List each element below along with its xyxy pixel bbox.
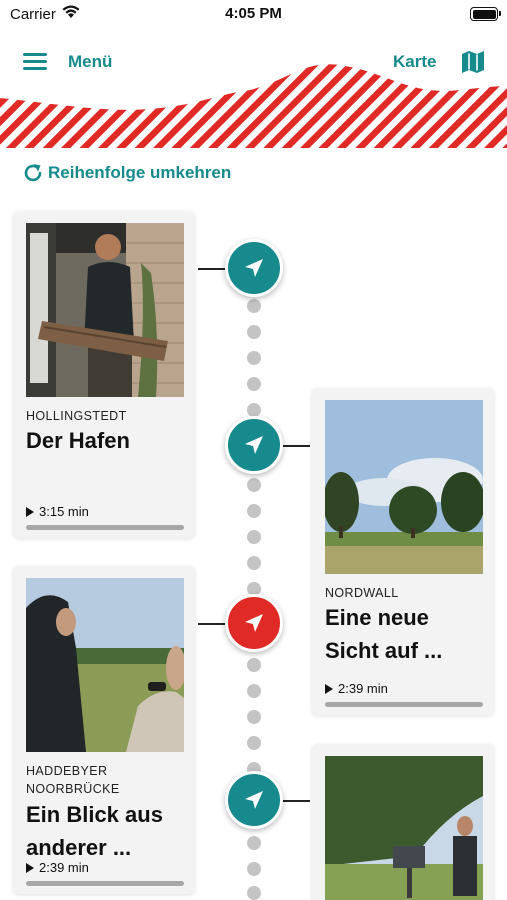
- navigation-arrow-icon: [245, 436, 263, 454]
- hatched-wave-banner: [0, 64, 507, 148]
- connector-line: [280, 800, 310, 802]
- timeline-dot: [247, 299, 261, 313]
- station-card[interactable]: HOLLINGSTEDT Der Hafen 3:15 min: [13, 211, 195, 538]
- station-duration: 3:15 min: [26, 504, 89, 519]
- navigation-arrow-icon: [245, 614, 263, 632]
- duration-label: 2:39 min: [338, 681, 388, 696]
- station-title: Der Hafen: [26, 428, 130, 453]
- station-card[interactable]: HADDEBYER NOORBRÜCKE Ein Blick aus ander…: [13, 566, 195, 894]
- status-bar: Carrier 4:05 PM: [0, 0, 507, 30]
- audio-progress-track[interactable]: [26, 525, 184, 530]
- audio-progress-track[interactable]: [325, 702, 483, 707]
- timeline-dot: [247, 556, 261, 570]
- connector-line: [280, 445, 310, 447]
- status-time: 4:05 PM: [225, 5, 282, 22]
- timeline-dot: [247, 658, 261, 672]
- timeline-dot: [247, 403, 261, 417]
- station-place: NORDWALL: [325, 586, 399, 600]
- station-pin-2[interactable]: [225, 416, 283, 474]
- station-card[interactable]: NORDWALL Eine neue Sicht auf ... 2:39 mi…: [312, 388, 494, 715]
- timeline-dot: [247, 886, 261, 900]
- station-title: Ein Blick aus anderer ...: [26, 802, 163, 860]
- timeline-dot: [247, 351, 261, 365]
- reverse-order-label: Reihenfolge umkehren: [48, 163, 232, 182]
- play-icon[interactable]: [325, 683, 333, 694]
- station-photo: [26, 578, 184, 752]
- station-pin-1[interactable]: [225, 239, 283, 297]
- timeline-dot: [247, 710, 261, 724]
- timeline-dot: [247, 836, 261, 850]
- timeline-dot: [247, 530, 261, 544]
- timeline-dot: [247, 684, 261, 698]
- duration-label: 2:39 min: [39, 860, 89, 875]
- battery-icon: [470, 7, 501, 21]
- station-place: HADDEBYER NOORBRÜCKE: [26, 764, 120, 796]
- timeline-dot: [247, 325, 261, 339]
- station-pin-4[interactable]: [225, 771, 283, 829]
- station-photo: [325, 756, 483, 900]
- timeline-dot: [247, 862, 261, 876]
- refresh-icon: [24, 164, 42, 182]
- navigation-arrow-icon: [245, 791, 263, 809]
- timeline-dot: [247, 377, 261, 391]
- station-card[interactable]: [312, 744, 494, 900]
- station-photo: [26, 223, 184, 397]
- timeline-dot: [247, 478, 261, 492]
- play-icon[interactable]: [26, 862, 34, 873]
- station-place: HOLLINGSTEDT: [26, 409, 127, 423]
- station-duration: 2:39 min: [325, 681, 388, 696]
- play-icon[interactable]: [26, 506, 34, 517]
- station-photo: [325, 400, 483, 574]
- timeline-dot: [247, 504, 261, 518]
- reverse-order-button[interactable]: Reihenfolge umkehren: [22, 160, 231, 186]
- timeline-dot: [247, 736, 261, 750]
- station-title: Eine neue Sicht auf ...: [325, 605, 443, 663]
- audio-progress-track[interactable]: [26, 881, 184, 886]
- navigation-arrow-icon: [245, 259, 263, 277]
- station-pin-3-active[interactable]: [225, 594, 283, 652]
- station-duration: 2:39 min: [26, 860, 89, 875]
- duration-label: 3:15 min: [39, 504, 89, 519]
